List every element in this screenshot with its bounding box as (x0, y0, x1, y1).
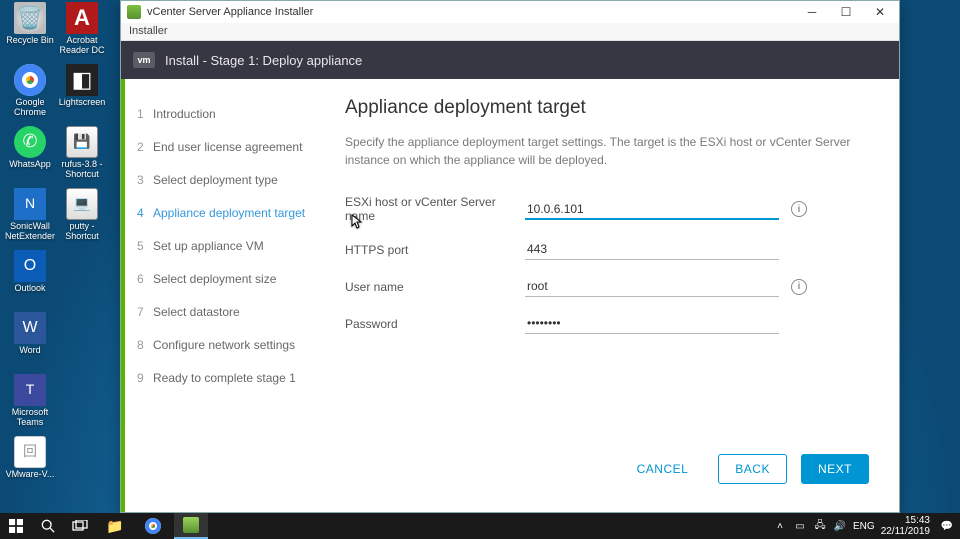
password-label: Password (345, 317, 525, 331)
wizard-steps: 1Introduction 2End user license agreemen… (125, 79, 335, 512)
desktop-icon-word[interactable]: W Word (4, 312, 56, 356)
menubar: Installer (121, 23, 899, 41)
tray-network-icon[interactable]: 🖧 (813, 519, 827, 533)
desktop-icon-label: rufus-3.8 - Shortcut (56, 160, 108, 180)
vmware-icon: 回 (14, 436, 46, 468)
desktop-icon-sonicwall[interactable]: N SonicWall NetExtender (4, 188, 56, 242)
step-eula[interactable]: 2End user license agreement (125, 130, 335, 163)
word-icon: W (14, 312, 46, 344)
desktop-icon-recycle-bin[interactable]: 🗑️ Recycle Bin (4, 2, 56, 46)
start-button[interactable] (2, 513, 30, 539)
desktop-icon-label: Google Chrome (4, 98, 56, 118)
desktop-icon-label: SonicWall NetExtender (4, 222, 56, 242)
tray-notifications-icon[interactable]: 💬 (940, 519, 954, 533)
step-datastore[interactable]: 7Select datastore (125, 295, 335, 328)
task-view-button[interactable] (66, 513, 94, 539)
port-label: HTTPS port (345, 243, 525, 257)
desktop-icon-label: VMware-V... (4, 470, 56, 480)
page-description: Specify the appliance deployment target … (345, 133, 855, 169)
taskbar-app-chrome[interactable] (136, 513, 170, 539)
next-button[interactable]: NEXT (801, 454, 869, 484)
tray-battery-icon[interactable]: ▭ (793, 519, 807, 533)
outlook-icon: O (14, 250, 46, 282)
taskbar: 📁 ˄ ▭ 🖧 🔊 ENG 15:43 22/11/2019 💬 (0, 513, 960, 539)
window-titlebar[interactable]: vCenter Server Appliance Installer ─ ☐ ✕ (121, 1, 899, 23)
step-introduction[interactable]: 1Introduction (125, 97, 335, 130)
desktop-icon-putty[interactable]: 💻 putty - Shortcut (56, 188, 108, 242)
lightscreen-icon: ◧ (66, 64, 98, 96)
stage-header: vm Install - Stage 1: Deploy appliance (121, 41, 899, 79)
maximize-button[interactable]: ☐ (829, 2, 863, 22)
vmware-badge-icon: vm (133, 52, 155, 68)
tray-language[interactable]: ENG (853, 519, 875, 533)
desktop-icon-outlook[interactable]: O Outlook (4, 250, 56, 294)
rufus-icon: 💾 (66, 126, 98, 158)
info-icon[interactable]: i (791, 201, 807, 217)
desktop-icon-chrome[interactable]: Google Chrome (4, 64, 56, 118)
app-icon (127, 5, 141, 19)
password-input[interactable] (525, 313, 779, 334)
desktop-icon-label: putty - Shortcut (56, 222, 108, 242)
desktop-icon-label: WhatsApp (4, 160, 56, 170)
desktop-icon-whatsapp[interactable]: ✆ WhatsApp (4, 126, 56, 170)
step-deployment-size[interactable]: 6Select deployment size (125, 262, 335, 295)
taskbar-app-installer[interactable] (174, 513, 208, 539)
host-label: ESXi host or vCenter Server name (345, 195, 525, 223)
desktop-icon-acrobat[interactable]: A Acrobat Reader DC (56, 2, 108, 56)
desktop: 🗑️ Recycle Bin A Acrobat Reader DC Googl… (0, 0, 960, 539)
desktop-icon-label: Recycle Bin (4, 36, 56, 46)
desktop-icon-vmware[interactable]: 回 VMware-V... (4, 436, 56, 480)
recycle-bin-icon: 🗑️ (14, 2, 46, 34)
step-deployment-type[interactable]: 3Select deployment type (125, 163, 335, 196)
back-button[interactable]: BACK (718, 454, 787, 484)
installer-window: vCenter Server Appliance Installer ─ ☐ ✕… (120, 0, 900, 513)
user-input[interactable] (525, 276, 779, 297)
desktop-icon-label: Lightscreen (56, 98, 108, 108)
cancel-button[interactable]: CANCEL (621, 455, 705, 483)
user-label: User name (345, 280, 525, 294)
step-deployment-target[interactable]: 4Appliance deployment target (125, 196, 335, 229)
tray-date: 22/11/2019 (881, 526, 930, 537)
tray-clock[interactable]: 15:43 22/11/2019 (881, 515, 934, 537)
window-title: vCenter Server Appliance Installer (147, 6, 313, 18)
desktop-icon-label: Word (4, 346, 56, 356)
acrobat-icon: A (66, 2, 98, 34)
minimize-button[interactable]: ─ (795, 2, 829, 22)
step-network[interactable]: 8Configure network settings (125, 328, 335, 361)
step-setup-vm[interactable]: 5Set up appliance VM (125, 229, 335, 262)
page-heading: Appliance deployment target (345, 97, 869, 119)
chrome-icon (14, 64, 46, 96)
taskbar-app-explorer[interactable]: 📁 (98, 513, 132, 539)
tray-volume-icon[interactable]: 🔊 (833, 519, 847, 533)
tray-chevron-up-icon[interactable]: ˄ (773, 519, 787, 533)
tray-time: 15:43 (881, 515, 930, 526)
putty-icon: 💻 (66, 188, 98, 220)
sonicwall-icon: N (14, 188, 46, 220)
host-input[interactable] (525, 199, 779, 220)
step-ready[interactable]: 9Ready to complete stage 1 (125, 361, 335, 394)
teams-icon: T (14, 374, 46, 406)
desktop-icon-lightscreen[interactable]: ◧ Lightscreen (56, 64, 108, 108)
info-icon[interactable]: i (791, 279, 807, 295)
search-button[interactable] (34, 513, 62, 539)
wizard-footer: CANCEL BACK NEXT (345, 442, 869, 502)
menu-installer[interactable]: Installer (129, 25, 168, 37)
desktop-icon-label: Acrobat Reader DC (56, 36, 108, 56)
close-button[interactable]: ✕ (863, 2, 897, 22)
content-pane: Appliance deployment target Specify the … (335, 79, 899, 512)
stage-title: Install - Stage 1: Deploy appliance (165, 53, 362, 68)
desktop-icon-rufus[interactable]: 💾 rufus-3.8 - Shortcut (56, 126, 108, 180)
whatsapp-icon: ✆ (14, 126, 46, 158)
desktop-icon-label: Outlook (4, 284, 56, 294)
desktop-icon-label: Microsoft Teams (4, 408, 56, 428)
port-input[interactable] (525, 239, 779, 260)
desktop-icon-teams[interactable]: T Microsoft Teams (4, 374, 56, 428)
